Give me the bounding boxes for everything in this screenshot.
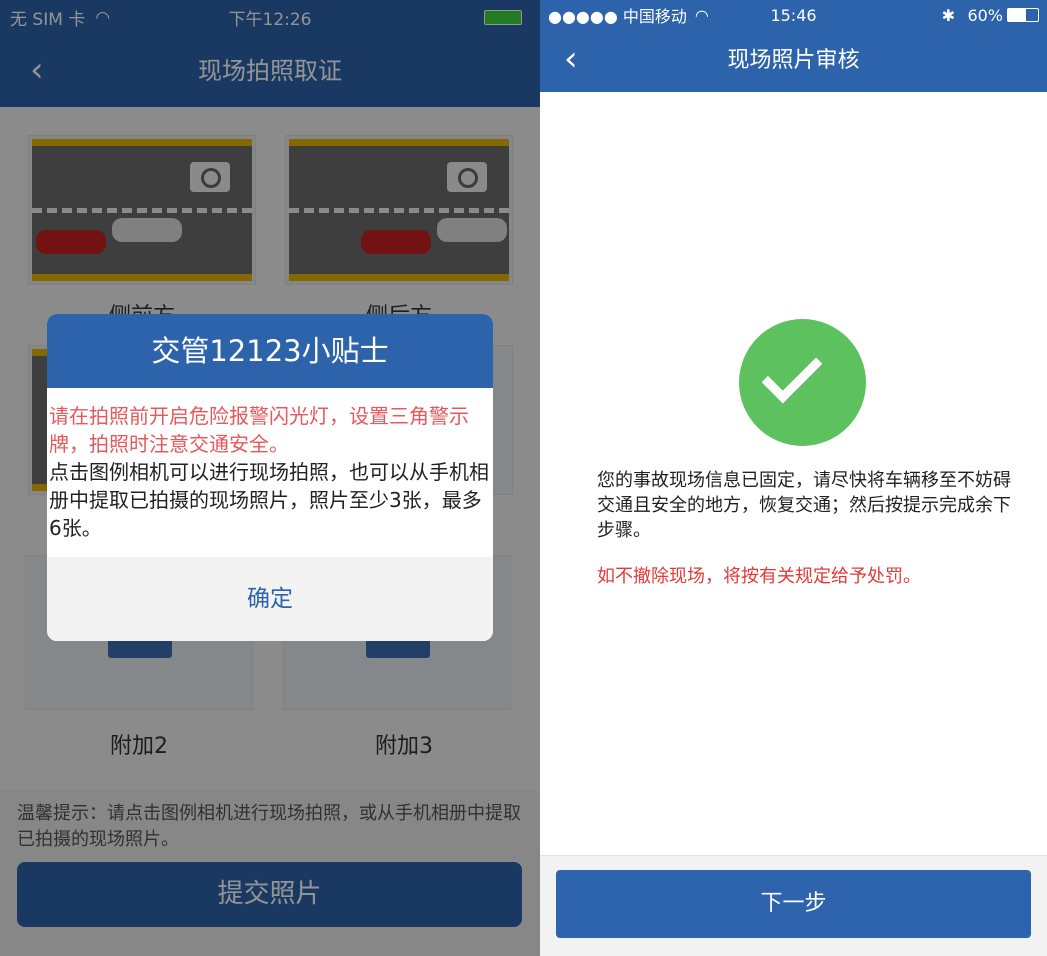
battery-icon [1007,8,1039,22]
dialog-warning: 请在拍照前开启危险报警闪光灯，设置三角警示牌，拍照时注意交通安全。 [49,404,469,456]
page-title: 现场照片审核 [727,48,860,73]
tips-dialog: 交管12123小贴士 请在拍照前开启危险报警闪光灯，设置三角警示牌，拍照时注意交… [47,314,493,641]
penalty-warning: 如不撤除现场，将按有关规定给予处罚。 [597,566,921,587]
right-screen: ●●●●● 中国移动 ◠ 15:46 ✱ 60% ‹ 现场照片审核 您的事故现场… [540,0,1047,956]
dialog-title: 交管12123小贴士 [47,314,493,388]
status-message: 您的事故现场信息已固定，请尽快将车辆移至不妨碍交通且安全的地方，恢复交通；然后按… [597,470,1011,541]
left-screen: 无 SIM 卡 ◠ 下午12:26 ‹ 现场拍照取证 侧前方 侧后方 附加2 附… [0,0,540,956]
success-check-icon [739,319,866,446]
confirm-button[interactable]: 确定 [47,557,493,641]
chevron-left-icon[interactable]: ‹ [564,42,578,76]
status-bar: ●●●●● 中国移动 ◠ 15:46 ✱ 60% [540,0,1047,30]
battery-percent: 60% [967,5,1003,25]
dialog-body: 点击图例相机可以进行现场拍照，也可以从手机相册中提取已拍摄的现场照片，照片至少3… [49,460,489,540]
nav-header: ‹ 现场照片审核 [540,30,1047,92]
bluetooth-icon: ✱ [941,5,955,25]
next-step-button[interactable]: 下一步 [556,870,1031,938]
